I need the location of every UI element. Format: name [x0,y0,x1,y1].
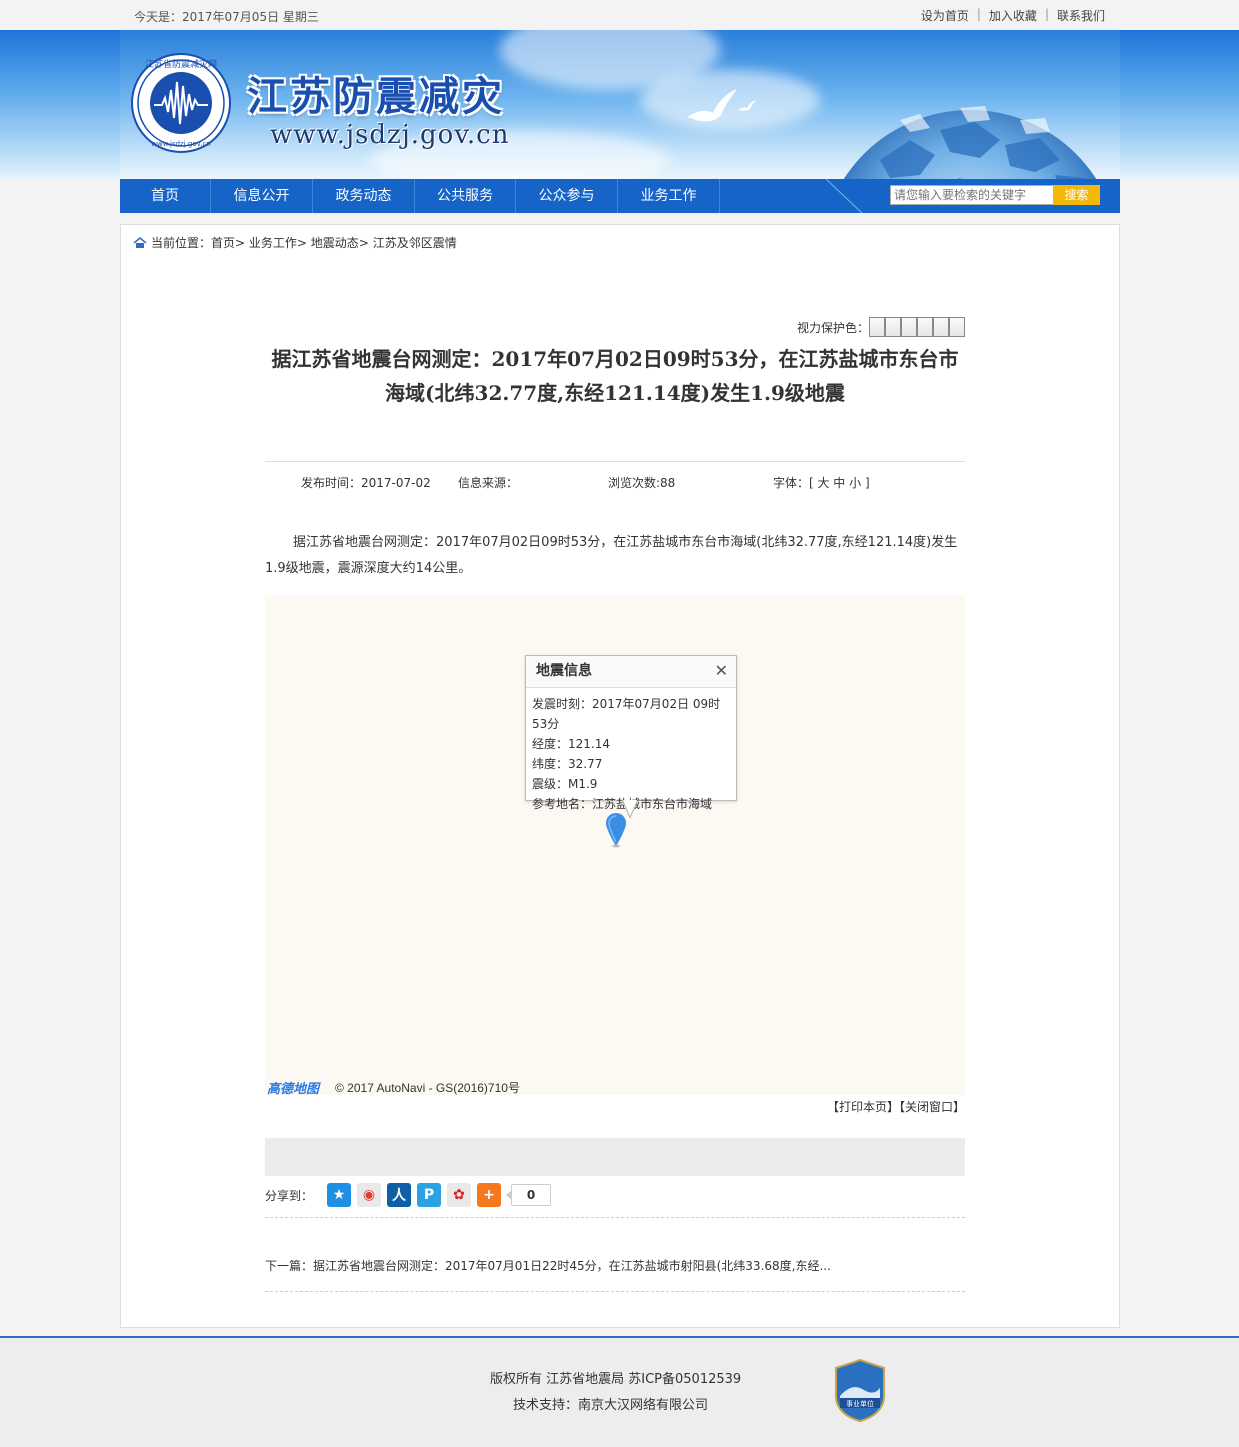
map-popup: 地震信息 ✕ 发震时刻：2017年07月02日 09时53分 经度：121.14… [525,655,737,819]
popup-row-longitude: 经度：121.14 [532,737,610,751]
breadcrumb-current[interactable]: 江苏及邻区震情 [373,234,457,251]
publish-time: 发布时间：2017-07-02 [301,476,431,490]
share-count: 0 [506,1184,552,1206]
weibo-icon[interactable]: ◉ [357,1183,382,1207]
divider [265,461,965,462]
info-source: 信息来源： [458,476,519,490]
qzone-icon[interactable]: ★ [327,1183,352,1207]
pengyou-icon[interactable]: P [417,1183,442,1207]
article-body: 据江苏省地震台网测定：2017年07月02日09时53分，在江苏盐城市东台市海域… [265,535,958,576]
eye-color-swatch[interactable] [901,317,918,337]
globe-icon [843,106,1097,180]
eye-color-swatch[interactable] [917,317,934,337]
separator: | [1044,7,1049,21]
print-page-link[interactable]: 【打印本页】 [827,1100,899,1114]
nav-item-public-service[interactable]: 公共服务 [415,179,516,213]
breadcrumb: 当前位置： 首页 > 业务工作 > 地震动态 > 江苏及邻区震情 [133,234,457,251]
share-label: 分享到： [265,1188,314,1203]
map-copyright: © 2017 AutoNavi - GS(2016)710号 [335,1081,520,1095]
site-logo-icon[interactable]: 江苏省防震减灾网 www.jsdzj.gov.cn [130,52,232,154]
search-button[interactable]: 搜索 [1053,185,1100,205]
search-input[interactable] [890,185,1054,205]
nav-divider [825,179,863,213]
divider [265,1217,965,1218]
popup-row-time: 发震时刻：2017年07月02日 09时53分 [532,697,721,731]
home-icon [133,236,147,248]
eye-protect-label: 视力保护色： [797,320,870,335]
breadcrumb-home[interactable]: 首页 [211,234,235,251]
eye-color-swatch[interactable] [869,317,886,337]
nav-item-business[interactable]: 业务工作 [618,179,720,213]
nav-item-home[interactable]: 首页 [120,179,211,213]
close-icon[interactable]: ✕ [715,656,728,686]
sohu-icon[interactable]: ✿ [447,1183,472,1207]
divider [265,1291,965,1292]
svg-text:www.jsdzj.gov.cn: www.jsdzj.gov.cn [151,140,210,148]
article-title: 据江苏省地震台网测定：2017年07月02日09时53分，在江苏盐城市东台市海域… [271,347,959,405]
header-banner: 江苏省防震减灾网 www.jsdzj.gov.cn 江苏防震减灾 www.jsd… [0,30,1239,180]
copyright-text: 版权所有 江苏省地震局 苏ICP备05012539 [490,1372,742,1387]
print-links: 【打印本页】【关闭窗口】 [827,1098,965,1115]
top-bar: 今天是：2017年07月05日 星期三 设为首页 | 加入收藏 | 联系我们 [0,0,1239,30]
site-url: www.jsdzj.gov.cn [270,120,510,150]
popup-row-magnitude: 震级：M1.9 [532,777,598,791]
font-size-switch[interactable]: 字体：[ 大 中 小 ] [773,474,870,491]
content-panel: 当前位置： 首页 > 业务工作 > 地震动态 > 江苏及邻区震情 视力保护色： 据江苏… [120,224,1120,1328]
eye-color-swatch[interactable] [949,317,966,337]
main-nav: 首页 信息公开 政务动态 公共服务 公众参与 业务工作 搜索 [120,179,1120,213]
share-bar: 分享到： ★ ◉ 人 P ✿ + 0 [265,1183,552,1207]
renren-icon[interactable]: 人 [387,1183,412,1207]
nav-item-info-public[interactable]: 信息公开 [211,179,313,213]
svg-text:江苏省防震减灾网: 江苏省防震减灾网 [145,58,217,70]
bird-icon [687,89,737,122]
tech-support-text: 技术支持：南京大汉网络有限公司 [513,1398,709,1413]
grey-bar [265,1138,965,1176]
top-links: 设为首页 | 加入收藏 | 联系我们 [921,7,1105,24]
eye-color-swatch[interactable] [933,317,950,337]
bird-icon [738,100,756,111]
banner-inner: 江苏省防震减灾网 www.jsdzj.gov.cn 江苏防震减灾 www.jsd… [120,30,1120,180]
map-view[interactable]: 地震信息 ✕ 发震时刻：2017年07月02日 09时53分 经度：121.14… [265,595,965,1097]
nav-item-gov-news[interactable]: 政务动态 [313,179,415,213]
amap-logo[interactable]: 高德地图 [267,1078,319,1097]
map-marker-icon[interactable] [605,812,627,848]
add-favorite-link[interactable]: 加入收藏 [989,7,1037,24]
separator: | [976,7,981,21]
svg-text:事业单位: 事业单位 [846,1399,874,1408]
eye-protect: 视力保护色： [797,317,966,337]
popup-header: 地震信息 ✕ [526,656,736,688]
view-count: 浏览次数:88 [608,476,676,490]
popup-row-latitude: 纬度：32.77 [532,757,603,771]
eye-color-swatch[interactable] [885,317,902,337]
set-homepage-link[interactable]: 设为首页 [921,7,969,24]
close-window-link[interactable]: 【关闭窗口】 [899,1100,965,1114]
footer: 版权所有 江苏省地震局 苏ICP备05012539 技术支持：南京大汉网络有限公… [0,1336,1239,1447]
breadcrumb-business[interactable]: 业务工作 [249,234,297,251]
popup-title: 地震信息 [536,663,592,679]
nav-item-participation[interactable]: 公众参与 [516,179,618,213]
next-article-link[interactable]: 下一篇：据江苏省地震台网测定：2017年07月01日22时45分，在江苏盐城市射… [265,1257,831,1274]
breadcrumb-prefix: 当前位置： [151,236,212,250]
more-icon[interactable]: + [477,1183,502,1207]
contact-us-link[interactable]: 联系我们 [1057,7,1105,24]
search-box: 搜索 [890,185,1100,205]
current-date: 今天是：2017年07月05日 星期三 [134,10,319,24]
site-title: 江苏防震减灾 [247,73,505,120]
breadcrumb-earthquake[interactable]: 地震动态 [311,234,359,251]
public-institution-badge-icon[interactable]: 事业单位 [834,1358,886,1422]
